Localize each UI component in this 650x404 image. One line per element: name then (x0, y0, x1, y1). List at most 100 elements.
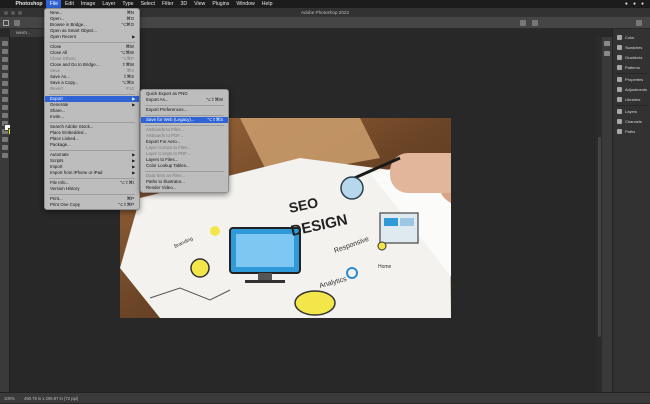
panel-swatches[interactable]: Swatches (613, 43, 650, 52)
panel-layers[interactable]: Layers (613, 107, 650, 116)
file-menu-item-invite[interactable]: Invite... (45, 114, 139, 120)
panel-paths[interactable]: Paths (613, 127, 650, 136)
menu-divider (49, 93, 135, 95)
healing-brush-tool-icon[interactable] (2, 105, 8, 110)
menu-divider (145, 124, 224, 126)
crop-tool-icon[interactable] (2, 81, 8, 86)
panel-adjustments[interactable]: Adjustments (613, 85, 650, 94)
panel-channels[interactable]: Channels (613, 117, 650, 126)
panel-label: Adjustments (625, 87, 648, 92)
status-icon[interactable]: ● (625, 1, 628, 7)
hand-tool-icon[interactable] (2, 153, 8, 158)
adjustments-icon (617, 87, 622, 92)
swatches-icon (617, 45, 622, 50)
panel-libraries[interactable]: Libraries (613, 95, 650, 104)
menubar-item-image[interactable]: Image (77, 0, 98, 8)
scrollbar-thumb[interactable] (597, 137, 601, 337)
menubar-item-plugins[interactable]: Plugins (209, 0, 233, 8)
menu-item-shortcut: ⌥⇧⌘W (205, 97, 223, 102)
menu-item-label: Place Linked... (50, 136, 79, 141)
panel-properties[interactable]: Properties (613, 75, 650, 84)
menu-item-label: Layer Comps to Files... (146, 145, 192, 150)
properties-icon (617, 77, 622, 82)
menubar-item-photoshop[interactable]: Photoshop (12, 0, 46, 8)
export-menu-item-export-as[interactable]: Export As... ⌥⇧⌘W (141, 97, 228, 103)
file-menu: New... ⌘N Open... ⌘O Browse in Bridge... ⌥⌘O O… (44, 8, 140, 210)
menu-item-label: Save (50, 68, 61, 73)
menu-divider (49, 149, 135, 151)
menubar-item-help[interactable]: Help (258, 0, 276, 8)
file-menu-item-package[interactable]: Package... (45, 142, 139, 148)
minimize-window-button[interactable] (11, 10, 15, 15)
export-menu-item-render-video[interactable]: Render Video... (141, 185, 228, 191)
menubar-item-select[interactable]: Select (137, 0, 158, 8)
menu-divider (49, 121, 135, 123)
home-icon[interactable] (3, 20, 9, 26)
channels-icon (617, 119, 622, 124)
menubar-item-layer[interactable]: Layer (99, 0, 119, 8)
status-icon[interactable]: ● (641, 1, 644, 7)
move-tool-icon[interactable] (2, 41, 8, 46)
menu-item-label: Open as Smart Object... (50, 28, 98, 33)
file-menu-item-print-one-copy[interactable]: Print One Copy ⌥⇧⌘P (45, 202, 139, 208)
menu-item-label: Close All (50, 50, 68, 55)
menu-item-label: Search Adobe Stock... (50, 124, 94, 129)
gradient-tool-icon[interactable] (2, 137, 8, 142)
menu-item-label: Layers to Files... (146, 157, 179, 162)
move-tool-icon[interactable] (14, 20, 20, 26)
export-menu-item-save-for-web-legacy[interactable]: Save for Web (Legacy)... ⌥⇧⌘S (141, 117, 228, 123)
submenu-arrow-icon: ▶ (132, 171, 135, 175)
type-tool-icon[interactable] (2, 145, 8, 150)
panel-color[interactable]: Color (613, 33, 650, 42)
menubar-item-window[interactable]: Window (233, 0, 258, 8)
panel-patterns[interactable]: Patterns (613, 63, 650, 72)
paths-icon (617, 129, 622, 134)
menu-item-label: Import from iPhone or iPad (50, 170, 103, 175)
lasso-tool-icon[interactable] (2, 65, 8, 70)
marquee-tool-icon[interactable] (2, 57, 8, 62)
window-controls (4, 10, 22, 15)
close-window-button[interactable] (4, 10, 8, 15)
menubar-status-icons: ● ● ● (625, 1, 650, 7)
menubar-item-view[interactable]: View (191, 0, 209, 8)
panel-gradients[interactable]: Gradients (613, 53, 650, 62)
color-icon (617, 35, 622, 40)
menu-item-label: Browse in Bridge... (50, 22, 87, 27)
properties-panel-icon[interactable] (604, 51, 610, 56)
search-icon[interactable] (520, 20, 526, 26)
menubar-item-3d[interactable]: 3D (177, 0, 191, 8)
panel-label: Gradients (625, 55, 643, 60)
menu-divider (49, 193, 135, 195)
panel-label: Properties (625, 77, 644, 82)
history-icon[interactable] (604, 41, 610, 46)
document-tab[interactable]: WHITI... (10, 29, 46, 37)
menu-item-shortcut: ⌥⇧⌘P (117, 202, 134, 207)
zoom-level[interactable]: 100% (4, 393, 15, 404)
file-menu-item-version-history[interactable]: Version History (45, 186, 139, 192)
menu-item-label: Artboards to Files... (146, 127, 185, 132)
file-menu-item-import-from-iphone-or-ipad[interactable]: Import from iPhone or iPad ▶ (45, 170, 139, 176)
eyedropper-tool-icon[interactable] (2, 97, 8, 102)
workspace-icon[interactable] (532, 20, 538, 26)
zoom-window-button[interactable] (18, 10, 22, 15)
artboard-tool-icon[interactable] (2, 49, 8, 54)
export-menu-item-color-lookup-tables[interactable]: Color Lookup Tables... (141, 163, 228, 169)
quick-select-tool-icon[interactable] (2, 73, 8, 78)
menubar-item-type[interactable]: Type (119, 0, 137, 8)
menubar-item-filter[interactable]: Filter (158, 0, 177, 8)
brush-tool-icon[interactable] (2, 113, 8, 118)
menubar-item-edit[interactable]: Edit (61, 0, 77, 8)
menu-item-label: Generate (50, 102, 69, 107)
panel-label: Layers (625, 109, 638, 114)
menu-item-label: Artboards to PDF... (146, 133, 184, 138)
menubar-item-file[interactable]: File (46, 0, 62, 8)
status-icon[interactable]: ● (633, 1, 636, 7)
menu-item-label: Paths to Illustrator... (146, 179, 185, 184)
share-icon[interactable] (636, 20, 642, 26)
frame-tool-icon[interactable] (2, 89, 8, 94)
export-menu-item-export-preferences[interactable]: Export Preferences... (141, 107, 228, 113)
menu-item-label: Automate (50, 152, 69, 157)
libraries-icon (617, 97, 622, 102)
file-menu-item-open-recent[interactable]: Open Recent ▶ (45, 34, 139, 40)
layers-icon (617, 109, 622, 114)
